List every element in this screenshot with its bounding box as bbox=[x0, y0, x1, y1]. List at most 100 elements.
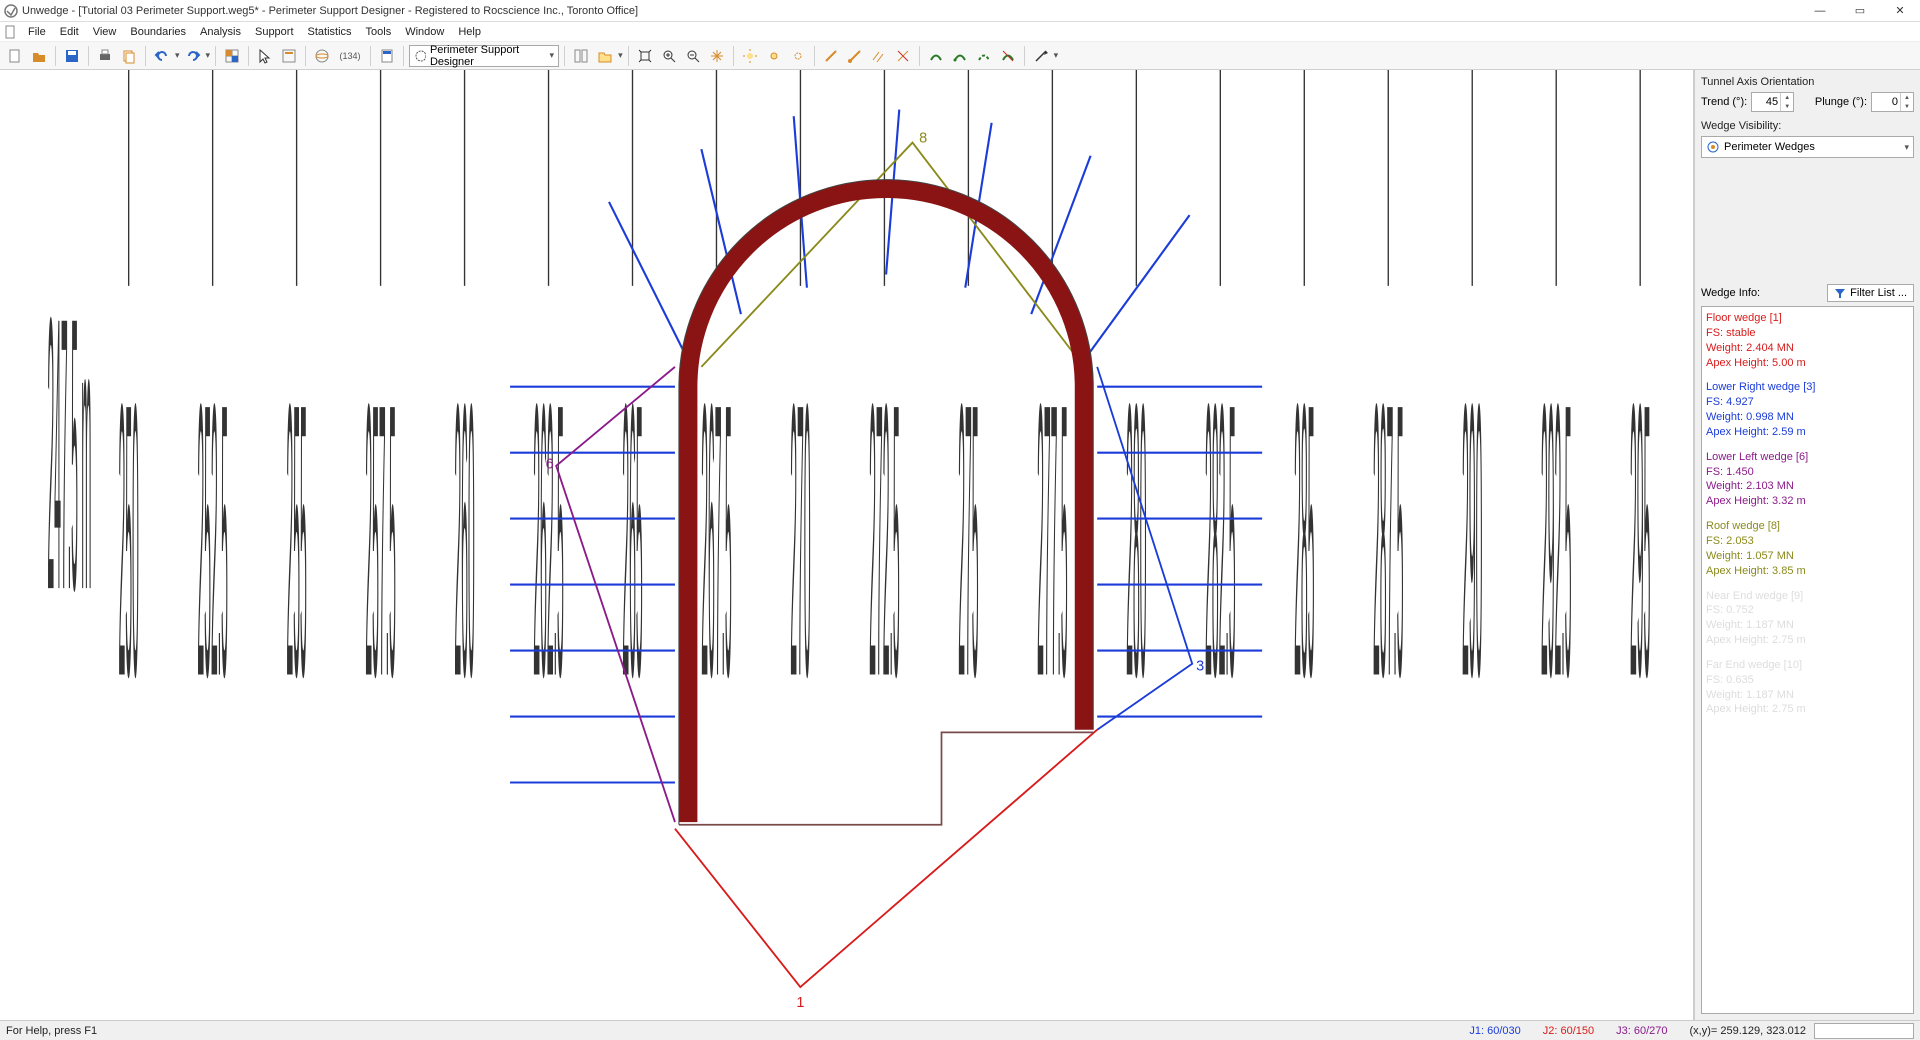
input-data-button[interactable] bbox=[278, 45, 300, 67]
tunnel-outline bbox=[679, 180, 1093, 825]
canvas[interactable]: 297.5300302.5305307.5310312.5315317.5320… bbox=[0, 70, 1694, 1020]
filter-list-button[interactable]: Filter List ... bbox=[1827, 284, 1914, 302]
wedge-floor bbox=[675, 730, 1097, 987]
right-panel: Tunnel Axis Orientation Trend (°): ▲▼ Pl… bbox=[1694, 70, 1920, 1020]
trend-up[interactable]: ▲ bbox=[1781, 93, 1793, 102]
wedge-label-6: 6 bbox=[546, 456, 554, 472]
stereonet-button[interactable] bbox=[311, 45, 333, 67]
wedge-label-8: 8 bbox=[919, 131, 927, 147]
menu-boundaries[interactable]: Boundaries bbox=[124, 24, 192, 40]
status-bar: For Help, press F1 J1: 60/030 J2: 60/150… bbox=[0, 1020, 1920, 1040]
light3-button[interactable] bbox=[787, 45, 809, 67]
window-title: Unwedge - [Tutorial 03 Perimeter Support… bbox=[22, 5, 638, 17]
wedge-label-1: 1 bbox=[796, 995, 804, 1011]
maximize-button[interactable]: ▭ bbox=[1840, 0, 1880, 22]
menu-bar: File Edit View Boundaries Analysis Suppo… bbox=[0, 22, 1920, 42]
tunnel-floor bbox=[679, 732, 1093, 824]
menu-view[interactable]: View bbox=[87, 24, 123, 40]
light2-button[interactable] bbox=[763, 45, 785, 67]
redo-button[interactable] bbox=[182, 45, 204, 67]
display-options-button[interactable] bbox=[594, 45, 616, 67]
filter-label: Filter List ... bbox=[1850, 287, 1907, 299]
status-coords: (x,y)= 259.129, 323.012 bbox=[1690, 1025, 1807, 1037]
new-button[interactable] bbox=[4, 45, 26, 67]
wedge-lower-right bbox=[1097, 367, 1192, 730]
open-button[interactable] bbox=[28, 45, 50, 67]
wedge-info-block[interactable]: Roof wedge [8]FS: 2.053Weight: 1.057 MNA… bbox=[1706, 519, 1909, 578]
save-button[interactable] bbox=[61, 45, 83, 67]
visibility-combo[interactable]: Perimeter Wedges ▾ bbox=[1701, 136, 1914, 158]
plunge-label: Plunge (°): bbox=[1815, 96, 1867, 108]
wedge-list[interactable]: Floor wedge [1]FS: stableWeight: 2.404 M… bbox=[1701, 306, 1914, 1014]
cursor-tool[interactable] bbox=[254, 45, 276, 67]
layout-button[interactable] bbox=[570, 45, 592, 67]
shotcrete1-tool[interactable] bbox=[925, 45, 947, 67]
plunge-input[interactable] bbox=[1872, 96, 1900, 108]
undo-button[interactable] bbox=[151, 45, 173, 67]
visibility-heading: Wedge Visibility: bbox=[1701, 120, 1914, 132]
menu-edit[interactable]: Edit bbox=[54, 24, 85, 40]
calculator-button[interactable] bbox=[376, 45, 398, 67]
trend-label: Trend (°): bbox=[1701, 96, 1747, 108]
jform-button[interactable]: (134) bbox=[335, 45, 365, 67]
bolt-pattern-tool[interactable] bbox=[868, 45, 890, 67]
minimize-button[interactable]: — bbox=[1800, 0, 1840, 22]
app-icon bbox=[4, 4, 18, 18]
arrow-tool[interactable] bbox=[1030, 45, 1052, 67]
trend-down[interactable]: ▼ bbox=[1781, 102, 1793, 111]
wedge-label-3: 3 bbox=[1196, 658, 1204, 674]
wedge-info-block[interactable]: Far End wedge [10]FS: 0.635Weight: 1.187… bbox=[1706, 658, 1909, 717]
view-mode-combo[interactable]: Perimeter Support Designer ▾ bbox=[409, 45, 559, 67]
delete-bolt-tool[interactable] bbox=[892, 45, 914, 67]
chevron-down-icon: ▾ bbox=[1904, 142, 1909, 153]
wedge-lower-left bbox=[556, 367, 675, 822]
view-mode-label: Perimeter Support Designer bbox=[430, 44, 546, 68]
plunge-down[interactable]: ▼ bbox=[1901, 102, 1913, 111]
filter-icon bbox=[1834, 287, 1846, 299]
menu-file[interactable]: File bbox=[22, 24, 52, 40]
shotcrete4-tool[interactable] bbox=[997, 45, 1019, 67]
copy-button[interactable] bbox=[118, 45, 140, 67]
status-help: For Help, press F1 bbox=[6, 1025, 1469, 1037]
bolts bbox=[510, 110, 1262, 783]
doc-icon bbox=[4, 25, 18, 39]
menu-support[interactable]: Support bbox=[249, 24, 300, 40]
edit-bolt-tool[interactable] bbox=[844, 45, 866, 67]
status-j1: J1: 60/030 bbox=[1469, 1025, 1520, 1037]
menu-analysis[interactable]: Analysis bbox=[194, 24, 247, 40]
trend-input[interactable] bbox=[1752, 96, 1780, 108]
status-command-input[interactable] bbox=[1814, 1023, 1914, 1039]
perimeter-icon bbox=[414, 49, 426, 63]
workspace: 297.5300302.5305307.5310312.5315317.5320… bbox=[0, 70, 1920, 1020]
shotcrete3-tool[interactable] bbox=[973, 45, 995, 67]
perimeter-wedges-icon bbox=[1706, 140, 1720, 154]
plunge-up[interactable]: ▲ bbox=[1901, 93, 1913, 102]
zoom-in-button[interactable] bbox=[658, 45, 680, 67]
light1-button[interactable] bbox=[739, 45, 761, 67]
menu-help[interactable]: Help bbox=[452, 24, 487, 40]
zoom-out-button[interactable] bbox=[682, 45, 704, 67]
bolt-tool[interactable] bbox=[820, 45, 842, 67]
trend-spinner[interactable]: ▲▼ bbox=[1751, 92, 1794, 112]
zoom-extents-button[interactable] bbox=[634, 45, 656, 67]
wedge-info-label: Wedge Info: bbox=[1701, 287, 1760, 299]
menu-window[interactable]: Window bbox=[399, 24, 450, 40]
chevron-down-icon: ▾ bbox=[550, 50, 555, 61]
drawing: 8 6 3 1 bbox=[0, 70, 1693, 1020]
print-button[interactable] bbox=[94, 45, 116, 67]
pan-button[interactable] bbox=[706, 45, 728, 67]
menu-tools[interactable]: Tools bbox=[360, 24, 398, 40]
title-bar: Unwedge - [Tutorial 03 Perimeter Support… bbox=[0, 0, 1920, 22]
grid-button[interactable] bbox=[221, 45, 243, 67]
wedge-info-block[interactable]: Near End wedge [9]FS: 0.752Weight: 1.187… bbox=[1706, 589, 1909, 648]
plunge-spinner[interactable]: ▲▼ bbox=[1871, 92, 1914, 112]
status-j2: J2: 60/150 bbox=[1543, 1025, 1594, 1037]
wedge-info-block[interactable]: Floor wedge [1]FS: stableWeight: 2.404 M… bbox=[1706, 311, 1909, 370]
tunnel-shotcrete bbox=[688, 189, 1084, 822]
close-button[interactable]: ✕ bbox=[1880, 0, 1920, 22]
menu-statistics[interactable]: Statistics bbox=[302, 24, 358, 40]
shotcrete2-tool[interactable] bbox=[949, 45, 971, 67]
axis-heading: Tunnel Axis Orientation bbox=[1701, 76, 1914, 88]
wedge-info-block[interactable]: Lower Left wedge [6]FS: 1.450Weight: 2.1… bbox=[1706, 450, 1909, 509]
wedge-info-block[interactable]: Lower Right wedge [3]FS: 4.927Weight: 0.… bbox=[1706, 380, 1909, 439]
